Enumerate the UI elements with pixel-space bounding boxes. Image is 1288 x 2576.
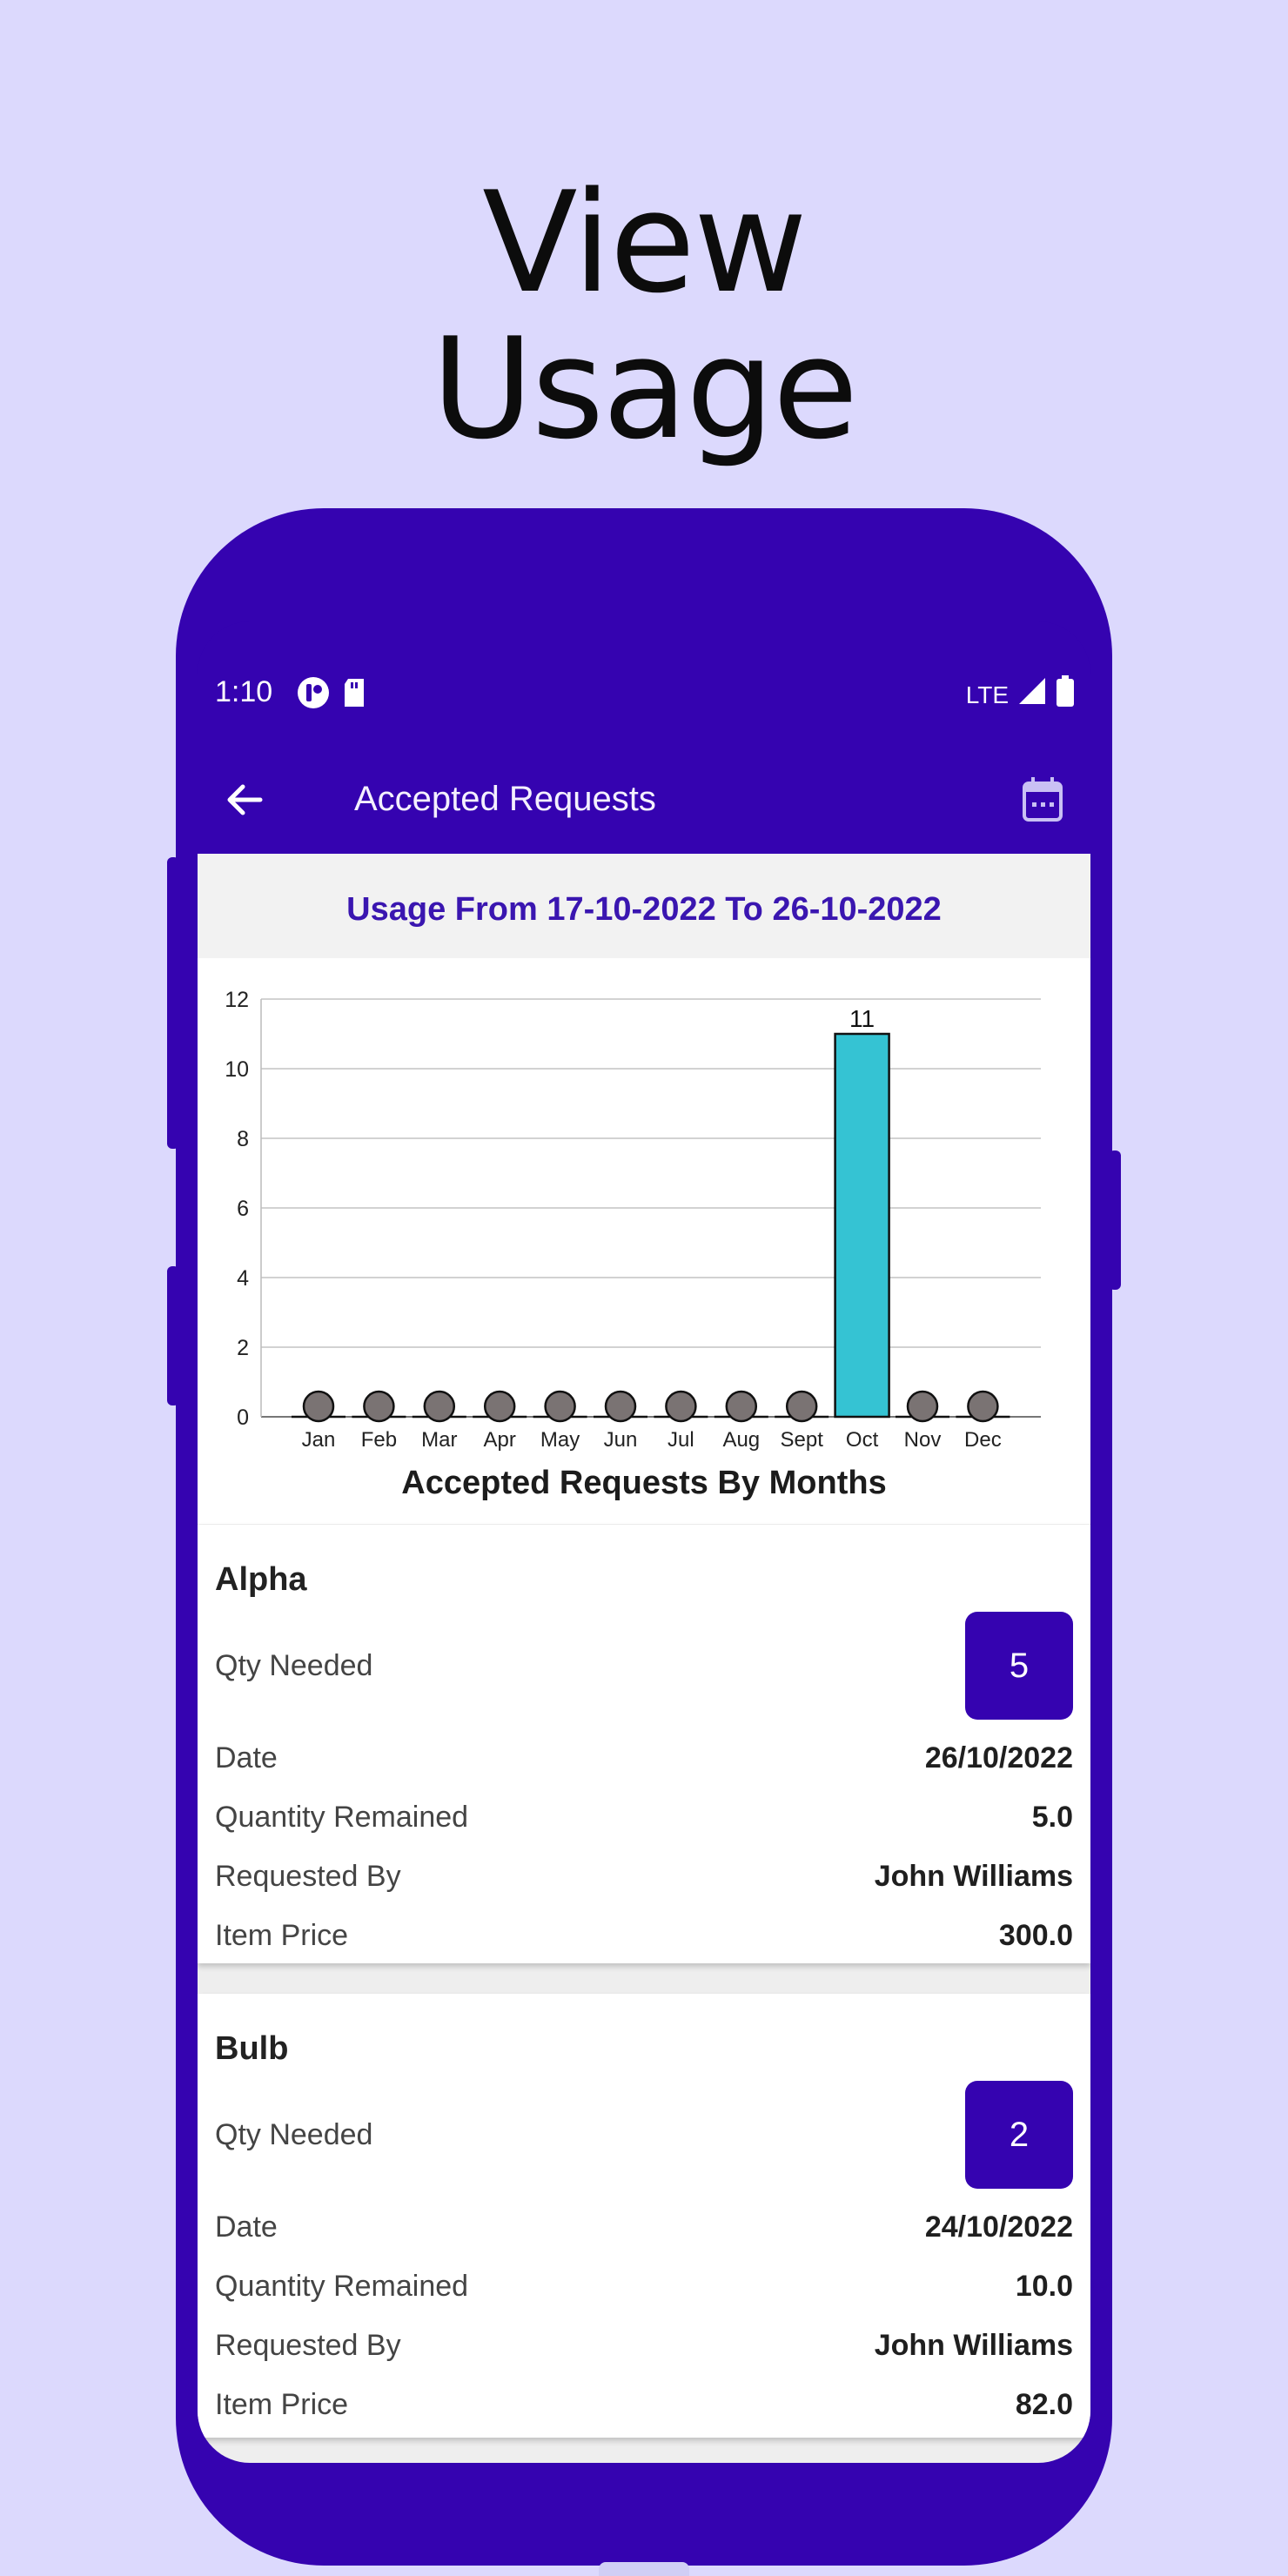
chart-title: Accepted Requests By Months (401, 1465, 886, 1501)
quantity-remained-value: 5.0 (1031, 1801, 1073, 1834)
qty-needed-badge: 2 (965, 2081, 1073, 2189)
date-value: 26/10/2022 (924, 1741, 1073, 1774)
request-card[interactable]: Bulb Qty Needed 2 Date 24/10/2022 Quanti… (198, 1994, 1090, 2438)
requested-by-value: John Williams (874, 2329, 1073, 2362)
x-tick-label: Apr (484, 1428, 516, 1452)
y-tick-label: 8 (237, 1127, 249, 1151)
hero-title-line2: Usage (431, 307, 859, 470)
y-tick-label: 6 (237, 1197, 249, 1221)
content-area: Usage From 17-10-2022 To 26-10-2022 0 2 4 6… (198, 854, 1090, 2463)
zero-marker-jul (665, 1390, 697, 1423)
battery-icon (1056, 675, 1075, 714)
request-item-name: Alpha (215, 1561, 307, 1598)
x-tick-label: Jul (667, 1428, 694, 1452)
x-tick-label: May (540, 1428, 580, 1452)
zero-marker-dec (967, 1390, 999, 1423)
zero-marker-may (544, 1390, 576, 1423)
y-tick-label: 4 (237, 1266, 249, 1291)
usage-bar-chart: 0 2 4 6 8 10 12 Jan Feb Mar Apr May Jun Jul Aug Sept 11 O… (225, 988, 1041, 1501)
item-price-value: 300.0 (998, 1919, 1073, 1952)
x-tick-label: Jun (604, 1428, 638, 1452)
x-tick-label: Nov (904, 1428, 942, 1452)
y-tick-label: 2 (237, 1336, 249, 1360)
calendar-button[interactable] (1012, 769, 1073, 830)
item-price-label: Item Price (215, 1919, 349, 1952)
sd-card-icon (341, 675, 367, 718)
item-price-label: Item Price (215, 2388, 349, 2421)
requested-by-value: John Williams (874, 1860, 1073, 1893)
qty-needed-label: Qty Needed (215, 2118, 373, 2151)
zero-marker-nov (906, 1390, 939, 1423)
x-tick-label: Feb (361, 1428, 397, 1452)
y-tick-label: 10 (225, 1057, 249, 1082)
hero-title: View Usage (0, 170, 1288, 462)
zero-marker-aug (725, 1390, 758, 1423)
y-tick-label: 12 (225, 988, 249, 1012)
item-price-value: 82.0 (1015, 2388, 1073, 2421)
zero-marker-jun (604, 1390, 637, 1423)
usage-chart-panel: 0 2 4 6 8 10 12 Jan Feb Mar Apr May Jun Jul Aug Sept 11 O… (198, 958, 1090, 1524)
back-button[interactable] (215, 769, 276, 830)
status-time: 1:10 (215, 675, 273, 708)
home-indicator (599, 2562, 689, 2576)
request-card[interactable]: Alpha Qty Needed 5 Date 26/10/2022 Quant… (198, 1525, 1090, 1963)
quantity-remained-value: 10.0 (1015, 2270, 1073, 2303)
x-tick-label: Oct (846, 1428, 879, 1452)
arrow-left-icon (227, 784, 263, 815)
quantity-remained-label: Quantity Remained (215, 2270, 469, 2303)
date-value: 24/10/2022 (924, 2210, 1073, 2244)
zero-marker-apr (483, 1390, 516, 1423)
bar-value-label: 11 (849, 1005, 875, 1032)
signal-icon (1017, 676, 1047, 714)
usage-range-header: Usage From 17-10-2022 To 26-10-2022 (198, 854, 1090, 958)
status-right-group: LTE (966, 675, 1075, 714)
x-tick-label: Sept (781, 1428, 824, 1452)
hero-title-line1: View (482, 161, 808, 324)
phone-screen: 1:10 LTE Accepted Requests Usage From 17… (198, 621, 1090, 2463)
calendar-icon (1023, 777, 1063, 822)
page-title: Accepted Requests (354, 780, 656, 818)
status-icon-app (296, 675, 331, 718)
zero-marker-sept (785, 1390, 818, 1423)
requested-by-label: Requested By (215, 2329, 401, 2362)
x-tick-label: Mar (421, 1428, 457, 1452)
zero-marker-jan (302, 1390, 335, 1423)
qty-needed-label: Qty Needed (215, 1649, 373, 1682)
quantity-remained-label: Quantity Remained (215, 1801, 469, 1834)
x-tick-label: Jan (302, 1428, 336, 1452)
date-label: Date (215, 2210, 278, 2244)
zero-marker-feb (363, 1390, 395, 1423)
request-item-name: Bulb (215, 2030, 289, 2067)
network-label: LTE (965, 681, 1009, 708)
zero-marker-mar (423, 1390, 456, 1423)
qty-needed-badge: 5 (965, 1612, 1073, 1720)
date-label: Date (215, 1741, 278, 1774)
x-tick-label: Aug (722, 1428, 760, 1452)
requested-by-label: Requested By (215, 1860, 401, 1893)
y-tick-label: 0 (237, 1405, 249, 1430)
app-bar: Accepted Requests (198, 736, 1090, 867)
bar-oct (834, 1032, 890, 1419)
x-tick-label: Dec (964, 1428, 1002, 1452)
status-bar: 1:10 LTE (198, 649, 1090, 736)
